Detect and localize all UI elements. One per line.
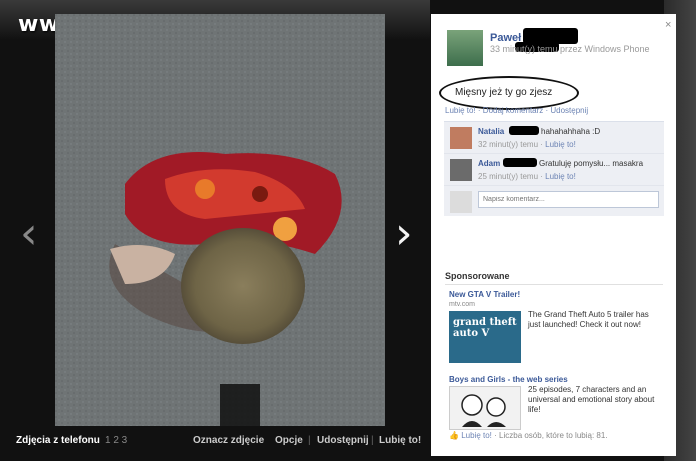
chevron-left-icon[interactable]: ‹ (20, 212, 38, 256)
avatar[interactable] (450, 127, 472, 149)
post-meta: 33 minut(y) temu przez Windows Phone (490, 44, 650, 54)
post-actions[interactable]: Lubię to! · Dodaj komentarz · Udostępnij (445, 106, 588, 115)
comment-author[interactable]: Adam (478, 159, 500, 168)
caption-highlight: Mięsny jeż ty go zjesz (439, 76, 579, 110)
page-numbers[interactable]: 1 2 3 (105, 435, 127, 446)
new-comment (444, 186, 664, 216)
comment-like-link[interactable]: Lubię to! (545, 140, 576, 149)
avatar[interactable] (450, 159, 472, 181)
comment-text: hahahahhaha :D (541, 127, 601, 136)
redacted-name (509, 126, 539, 135)
divider (445, 284, 663, 285)
cartoon-image (461, 394, 506, 427)
comment-meta: 25 minut(y) temu · Lubię to! (478, 172, 576, 181)
comment-input[interactable] (478, 191, 659, 208)
post-panel: × Paweł 33 minut(y) temu przez Windows P… (431, 14, 676, 456)
comment-text: Gratuluję pomysłu... masakra (539, 159, 644, 168)
ad-url[interactable]: mtv.com (449, 301, 475, 308)
avatar[interactable] (447, 30, 483, 66)
ad-title[interactable]: Boys and Girls - the web series (449, 375, 568, 384)
comment-author[interactable]: Natalia (478, 127, 504, 136)
photo-toolbar: Zdjęcia z telefonu 1 2 3 Oznacz zdjęcie … (0, 426, 430, 456)
comment-like-link[interactable]: Lubię to! (545, 172, 576, 181)
comment-meta: 32 minut(y) temu · Lubię to! (478, 140, 576, 149)
post-caption: Mięsny jeż ty go zjesz (455, 87, 553, 98)
divider: | (371, 435, 374, 446)
tag-photo-button[interactable]: Oznacz zdjęcie (193, 435, 264, 446)
ad-image-text: grand theft auto V (453, 317, 517, 339)
ad-like-link[interactable]: Lubię to! (461, 431, 492, 440)
share-button[interactable]: Udostępnij (317, 435, 369, 446)
photo-viewer: www.wiocha.pl (0, 0, 696, 461)
close-icon[interactable]: × (665, 19, 671, 31)
chevron-right-icon[interactable]: › (395, 212, 413, 256)
divider: | (308, 435, 311, 446)
options-button[interactable]: Opcje (275, 435, 303, 446)
comment: Adam Gratuluję pomysłu... masakra 25 min… (444, 154, 664, 186)
like-button[interactable]: Lubię to! (379, 435, 421, 446)
ad-image[interactable] (449, 386, 521, 430)
ad-text: 25 episodes, 7 characters and an univers… (528, 385, 655, 414)
avatar (450, 191, 472, 213)
photo-image (55, 14, 385, 426)
redacted-name (503, 158, 537, 167)
ad-likes: 👍 Lubię to! · Liczba osób, które to lubi… (449, 431, 608, 440)
ad-text: The Grand Theft Auto 5 trailer has just … (528, 310, 649, 329)
ad-title[interactable]: New GTA V Trailer! (449, 290, 520, 299)
photo[interactable] (55, 14, 385, 426)
comment-list: Natalia hahahahhaha :D 32 minut(y) temu … (444, 121, 664, 216)
sponsored-heading: Sponsorowane (445, 271, 510, 281)
album-link[interactable]: Zdjęcia z telefonu (16, 435, 100, 446)
ad-image[interactable]: grand theft auto V (449, 311, 521, 363)
comment: Natalia hahahahhaha :D 32 minut(y) temu … (444, 122, 664, 154)
